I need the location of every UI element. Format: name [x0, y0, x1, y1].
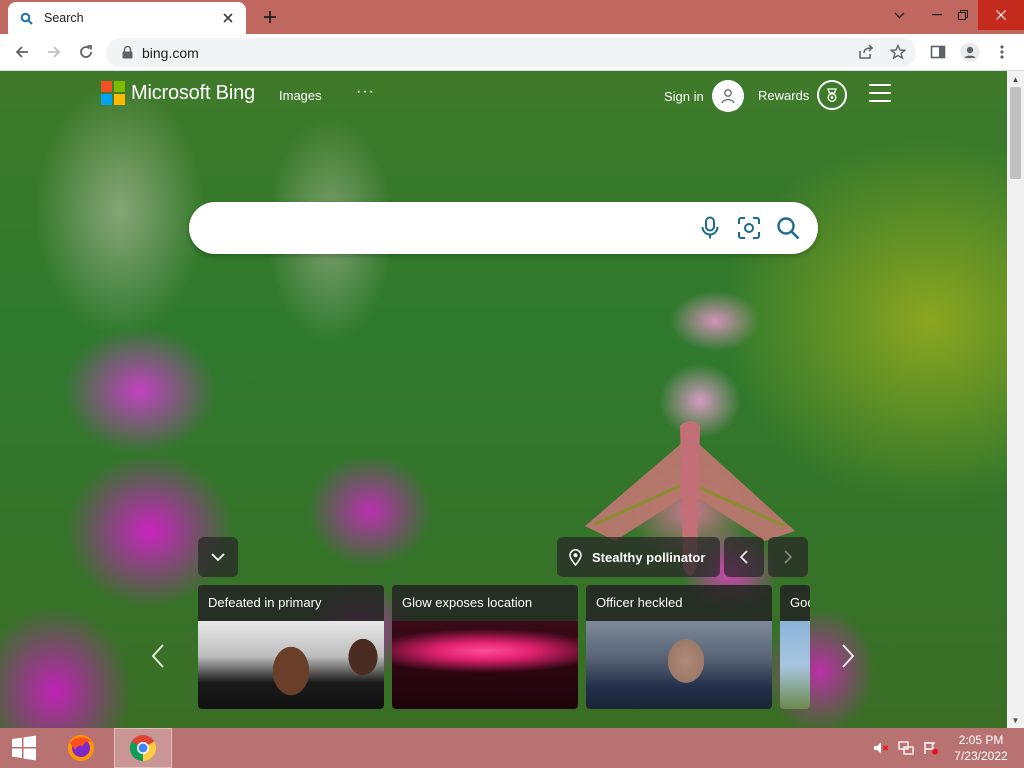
forward-arrow-icon[interactable] [40, 38, 68, 66]
share-icon[interactable] [852, 38, 880, 66]
news-card-title: Goo [780, 585, 810, 621]
next-image-button[interactable] [768, 537, 808, 577]
visual-search-camera-icon[interactable] [735, 214, 763, 242]
image-of-day-title: Stealthy pollinator [592, 549, 706, 565]
bookmark-star-icon[interactable] [884, 38, 912, 66]
windows-start-icon[interactable] [0, 728, 48, 768]
browser-toolbar: bing.com [0, 34, 1024, 71]
new-tab-icon[interactable] [258, 6, 282, 28]
browser-tab[interactable]: Search [8, 2, 246, 34]
bing-homepage: Microsoft Bing Images ··· Sign in Reward… [0, 71, 1007, 728]
news-card[interactable]: Defeated in primary [198, 585, 384, 709]
hamburger-menu-icon[interactable] [869, 84, 891, 102]
image-of-day-info-button[interactable]: Stealthy pollinator [557, 537, 720, 577]
news-carousel-prev-icon[interactable] [148, 641, 168, 671]
news-card[interactable]: Goo [780, 585, 810, 709]
news-card-image [780, 621, 810, 709]
lock-icon[interactable] [120, 46, 134, 60]
tab-title: Search [44, 11, 84, 25]
windows-taskbar: 2:05 PM 7/23/2022 [0, 728, 1024, 768]
restore-icon[interactable] [946, 0, 980, 30]
clock-time: 2:05 PM [958, 733, 1004, 747]
sign-in-label: Sign in [664, 88, 704, 104]
chevron-left-icon [740, 550, 748, 564]
clock-date: 7/23/2022 [954, 749, 1008, 763]
reload-icon[interactable] [72, 38, 100, 66]
microsoft-logo-icon [101, 81, 125, 105]
tab-search-chevron-icon[interactable] [882, 0, 916, 30]
search-submit-icon[interactable] [774, 214, 802, 242]
browser-tab-strip: Search [0, 0, 1024, 34]
page-scrollbar[interactable]: ▲ ▼ [1007, 71, 1024, 728]
profile-icon[interactable] [956, 38, 984, 66]
scroll-down-icon[interactable]: ▼ [1007, 712, 1024, 728]
scroll-up-icon[interactable]: ▲ [1007, 71, 1024, 87]
collapse-feed-button[interactable] [198, 537, 238, 577]
side-panel-icon[interactable] [924, 38, 952, 66]
system-clock[interactable]: 2:05 PM 7/23/2022 [946, 732, 1016, 764]
news-carousel-next-icon[interactable] [838, 641, 858, 671]
rewards-medal-icon [817, 80, 848, 110]
firefox-icon[interactable] [52, 728, 110, 768]
chevron-right-icon [784, 550, 792, 564]
sign-in-button[interactable]: Sign in [664, 80, 744, 112]
address-bar[interactable]: bing.com [106, 38, 916, 67]
more-nav-dots[interactable]: ··· [356, 83, 375, 101]
close-tab-icon[interactable] [220, 10, 236, 26]
microphone-icon[interactable] [696, 214, 724, 242]
rewards-label: Rewards [758, 87, 810, 103]
news-card[interactable]: Officer heckled [586, 585, 772, 709]
chevron-down-icon [211, 552, 225, 561]
volume-muted-icon[interactable] [872, 740, 890, 756]
bing-wordmark: Microsoft Bing [131, 81, 255, 104]
scrollbar-thumb[interactable] [1010, 87, 1021, 179]
news-card-title: Defeated in primary [198, 585, 384, 621]
rewards-button[interactable]: Rewards [758, 80, 848, 110]
url-text: bing.com [142, 44, 199, 61]
previous-image-button[interactable] [724, 537, 764, 577]
search-box [189, 202, 818, 254]
nav-images-link[interactable]: Images [279, 88, 322, 103]
close-window-icon[interactable] [978, 0, 1024, 30]
action-center-flag-icon[interactable] [922, 740, 940, 756]
chrome-icon[interactable] [114, 728, 172, 768]
search-favicon-icon [18, 10, 34, 26]
news-card-title: Glow exposes location [392, 585, 578, 621]
news-card-image [392, 621, 578, 709]
news-card-title: Officer heckled [586, 585, 772, 621]
news-card-image [586, 621, 772, 709]
back-arrow-icon[interactable] [8, 38, 36, 66]
browser-menu-icon[interactable] [988, 38, 1016, 66]
search-input[interactable] [211, 214, 691, 242]
news-card[interactable]: Glow exposes location [392, 585, 578, 709]
location-pin-icon [569, 548, 582, 566]
user-avatar-icon [711, 80, 744, 112]
news-card-image [198, 621, 384, 709]
bing-header: Microsoft Bing Images ··· Sign in Reward… [0, 71, 1007, 121]
network-icon[interactable] [897, 740, 915, 756]
bing-logo[interactable]: Microsoft Bing [101, 81, 255, 105]
